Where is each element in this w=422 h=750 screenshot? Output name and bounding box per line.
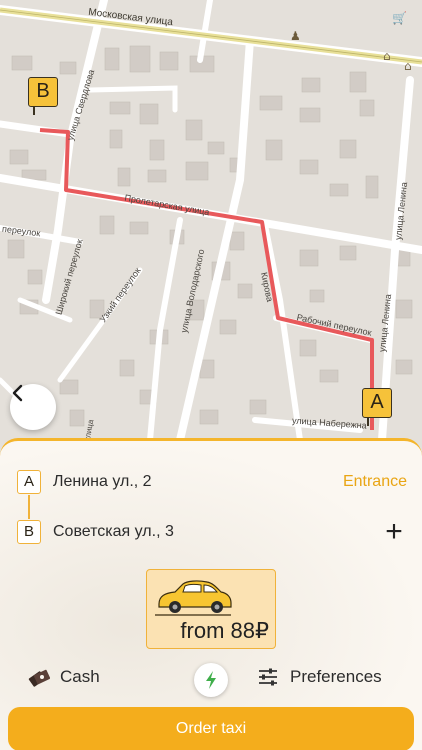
lightning-icon	[206, 671, 216, 689]
fast-search-toggle[interactable]	[194, 663, 228, 697]
options-row: Cash Preferences	[0, 663, 422, 697]
map-marker-b[interactable]: B	[28, 77, 58, 115]
route-point-b-row[interactable]: B Советская ул., 3 +	[17, 517, 407, 547]
sliders-icon	[259, 668, 277, 686]
point-a-address[interactable]: Ленина ул., 2	[53, 473, 343, 491]
route-connector	[28, 495, 30, 519]
tariff-card[interactable]: from 88₽	[146, 569, 276, 649]
cash-icon	[28, 669, 50, 687]
chevron-left-icon	[12, 384, 23, 402]
entrance-link[interactable]: Entrance	[343, 473, 407, 491]
back-button[interactable]	[10, 384, 56, 430]
point-b-badge: B	[17, 520, 41, 544]
payment-method-label: Cash	[60, 667, 100, 686]
svg-text:⌂: ⌂	[383, 49, 391, 63]
car-icon	[155, 580, 232, 616]
point-b-address[interactable]: Советская ул., 3	[53, 523, 381, 541]
payment-method-button[interactable]: Cash	[28, 667, 100, 687]
route-point-a-row[interactable]: A Ленина ул., 2 Entrance	[17, 469, 407, 495]
preferences-label: Preferences	[290, 667, 382, 686]
map-view[interactable]: 🛒 ♟ ⌂ ⌂ Московская улица улица Свердлова…	[0, 0, 422, 460]
map-canvas: 🛒 ♟ ⌂ ⌂	[0, 0, 422, 460]
svg-text:⌂: ⌂	[404, 59, 412, 73]
point-a-badge: A	[17, 470, 41, 494]
order-sheet: A Ленина ул., 2 Entrance B Советская ул.…	[0, 438, 422, 750]
svg-text:🛒: 🛒	[392, 11, 407, 25]
preferences-button[interactable]: Preferences	[258, 667, 382, 687]
add-stop-button[interactable]: +	[381, 517, 407, 547]
order-taxi-button[interactable]: Order taxi	[8, 707, 414, 750]
map-marker-a[interactable]: A	[362, 388, 392, 426]
tariff-price: from 88₽	[180, 618, 269, 643]
svg-text:♟: ♟	[290, 29, 301, 43]
